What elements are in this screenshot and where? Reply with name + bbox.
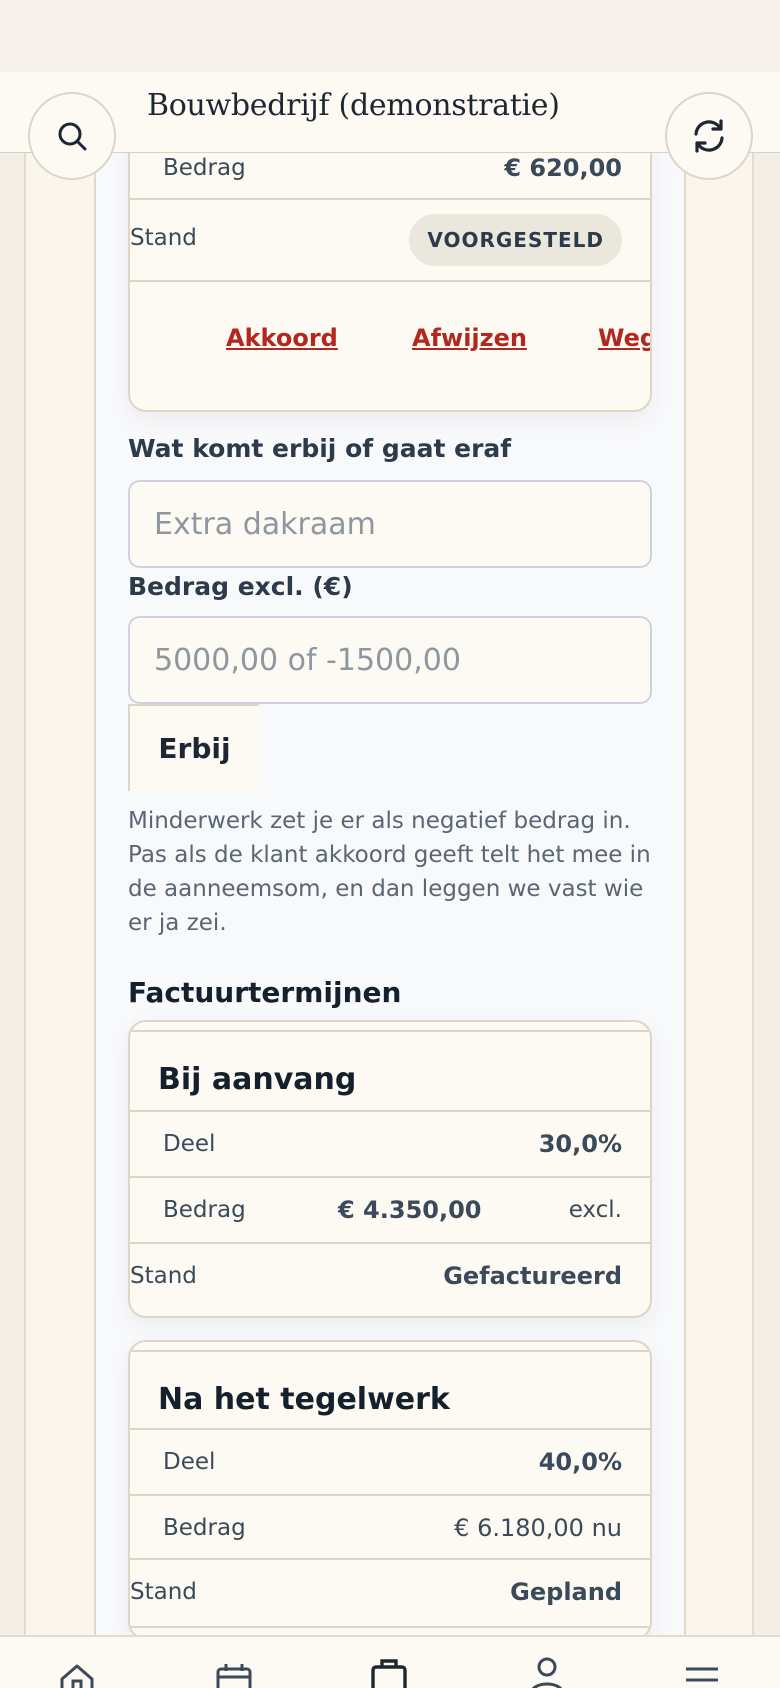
term-card: Bij aanvang Deel 30,0% Bedrag € 4.350,00… (128, 1020, 652, 1318)
term-share-row: Deel 30,0% (130, 1112, 650, 1176)
term-share-label: Deel (163, 1449, 216, 1475)
term-status-label: Stand (130, 1263, 197, 1289)
term-status-label: Stand (130, 1579, 197, 1605)
change-amount-label: Bedrag (163, 155, 246, 181)
term-status-value: Gepland (510, 1578, 622, 1606)
term-status-row: Stand Gepland (130, 1560, 650, 1624)
divider (130, 1030, 650, 1032)
term-amount-label: Bedrag (163, 1515, 246, 1541)
app-header: Bouwbedrijf (demonstratie) (0, 72, 780, 153)
calendar-icon[interactable] (215, 1663, 253, 1688)
hint-text: Minderwerk zet je er als negatief bedrag… (128, 808, 651, 936)
person-icon[interactable] (528, 1657, 566, 1688)
term-amount-suffix: excl. (568, 1197, 622, 1223)
briefcase-icon[interactable] (370, 1657, 408, 1688)
terms-section-title: Factuurtermijnen (128, 976, 402, 1009)
page-title: Bouwbedrijf (demonstratie) (147, 88, 560, 123)
term-share-row: Deel 40,0% (130, 1430, 650, 1494)
term-share-value: 40,0% (538, 1448, 622, 1476)
divider (130, 280, 650, 282)
term-title: Bij aanvang (158, 1062, 357, 1097)
bottom-nav (0, 1635, 780, 1688)
home-icon[interactable] (58, 1663, 96, 1688)
description-label: Wat komt erbij of gaat eraf (128, 434, 512, 463)
status-strip (0, 0, 780, 72)
amount-input[interactable] (128, 616, 652, 704)
menu-icon[interactable] (684, 1663, 720, 1688)
term-amount-row: Bedrag € 6.180,00 nu (130, 1496, 650, 1560)
approve-link[interactable]: Akkoord (226, 324, 338, 352)
refresh-icon (694, 119, 724, 153)
term-amount-value: € 6.180,00 nu (454, 1514, 622, 1542)
term-amount-row: Bedrag € 4.350,00 excl. (130, 1178, 650, 1242)
term-status-value: Gefactureerd (443, 1262, 622, 1290)
change-card: Bedrag € 620,00 Stand VOORGESTELD Akkoor… (128, 130, 652, 412)
term-title: Na het tegelwerk (158, 1382, 450, 1417)
search-button[interactable] (28, 92, 116, 180)
term-amount-value: € 4.350,00 (338, 1196, 482, 1224)
divider (130, 198, 650, 200)
change-amount-value: € 620,00 (504, 154, 622, 182)
divider (130, 1350, 650, 1352)
term-card: Na het tegelwerk Deel 40,0% Bedrag € 6.1… (128, 1340, 652, 1640)
term-status-row: Stand Gefactureerd (130, 1244, 650, 1308)
divider (130, 1626, 650, 1628)
add-button[interactable]: Erbij (128, 704, 259, 791)
amount-label: Bedrag excl. (€) (128, 572, 353, 601)
description-input[interactable] (128, 480, 652, 568)
refresh-button[interactable] (665, 92, 753, 180)
status-badge: VOORGESTELD (409, 214, 622, 266)
search-icon (58, 122, 87, 151)
term-amount-label: Bedrag (163, 1197, 246, 1223)
change-status-label: Stand (130, 225, 197, 251)
reject-link[interactable]: Afwijzen (412, 324, 527, 352)
remove-link[interactable]: Weg (598, 324, 650, 352)
term-share-value: 30,0% (538, 1130, 622, 1158)
term-share-label: Deel (163, 1131, 216, 1157)
